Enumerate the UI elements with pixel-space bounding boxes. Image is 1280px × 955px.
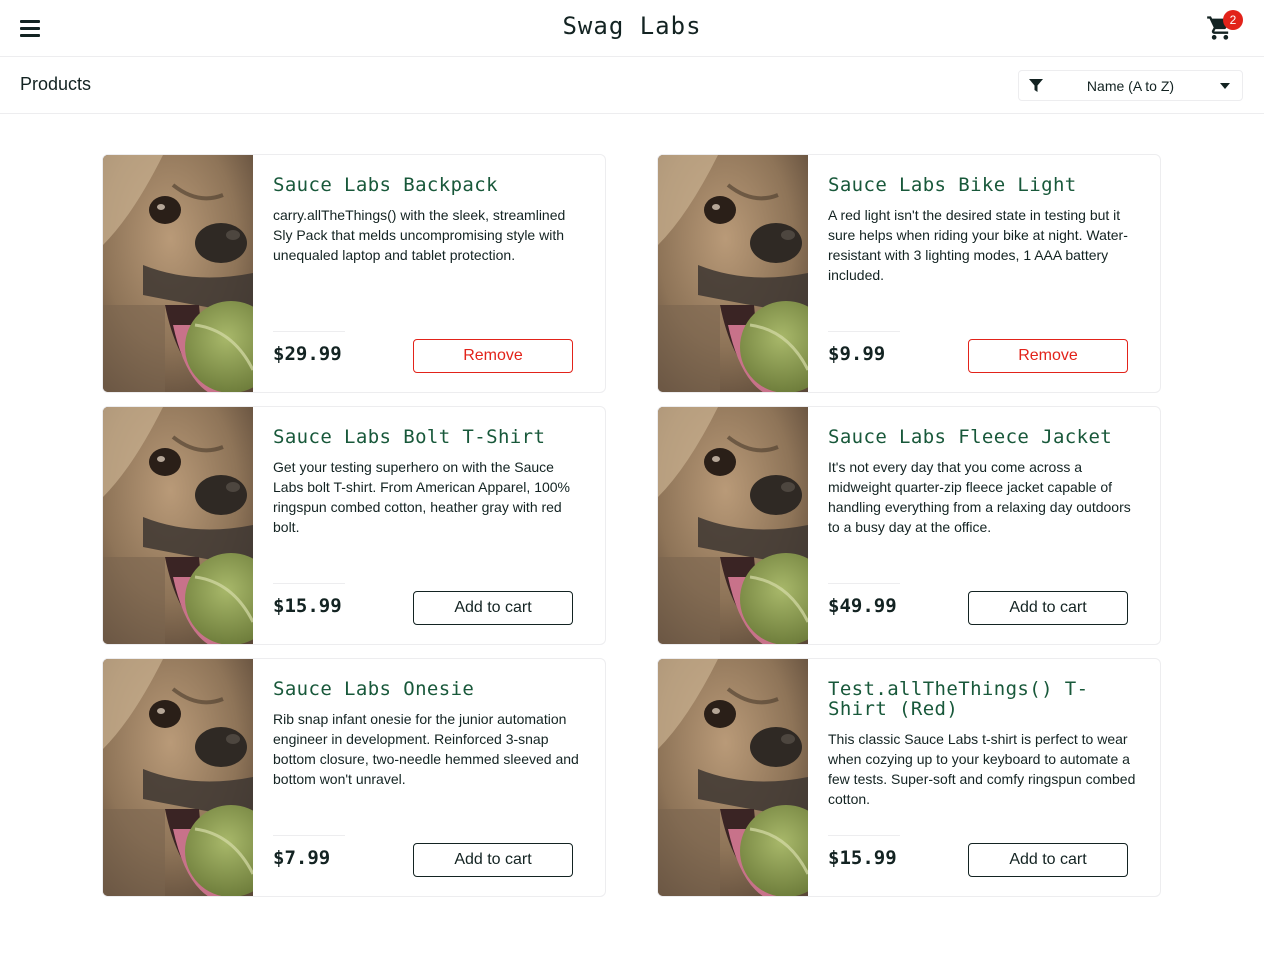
secondary-header: Products Name (A to Z) [0, 57, 1264, 114]
product-image[interactable] [103, 407, 253, 644]
product-price: $15.99 [273, 595, 342, 617]
product-price: $9.99 [828, 343, 886, 365]
product-image[interactable] [103, 155, 253, 392]
product-image[interactable] [658, 155, 808, 392]
app-logo: Swag Labs [562, 12, 702, 40]
product-name[interactable]: Test.allTheThings() T-Shirt (Red) [828, 679, 1140, 719]
product-name[interactable]: Sauce Labs Bike Light [828, 175, 1140, 195]
product-description: Rib snap infant onesie for the junior au… [273, 711, 579, 787]
product-price: $7.99 [273, 847, 331, 869]
product-description: It's not every day that you come across … [828, 459, 1131, 535]
product-description: Get your testing superhero on with the S… [273, 459, 570, 535]
product-description: This classic Sauce Labs t-shirt is perfe… [828, 731, 1136, 807]
inventory-item: Sauce Labs Bolt T-Shirt Get your testing… [102, 406, 606, 645]
sort-select[interactable]: Name (A to Z) [1018, 70, 1243, 101]
product-image[interactable] [658, 407, 808, 644]
product-name[interactable]: Sauce Labs Onesie [273, 679, 585, 699]
product-name[interactable]: Sauce Labs Fleece Jacket [828, 427, 1140, 447]
inventory-item: Sauce Labs Fleece Jacket It's not every … [657, 406, 1161, 645]
page-title: Products [20, 74, 92, 94]
add-to-cart-button[interactable]: Add to cart [968, 591, 1128, 625]
filter-icon [1029, 79, 1043, 92]
remove-button[interactable]: Remove [968, 339, 1128, 373]
caret-down-icon [1220, 83, 1230, 89]
product-image[interactable] [103, 659, 253, 896]
product-name[interactable]: Sauce Labs Backpack [273, 175, 585, 195]
inventory-item: Sauce Labs Backpack carry.allTheThings()… [102, 154, 606, 393]
add-to-cart-button[interactable]: Add to cart [413, 843, 573, 877]
product-price: $49.99 [828, 595, 897, 617]
cart-badge[interactable]: 2 [1223, 10, 1243, 30]
inventory-item: Sauce Labs Onesie Rib snap infant onesie… [102, 658, 606, 897]
inventory-item: Test.allTheThings() T-Shirt (Red) This c… [657, 658, 1161, 897]
product-image[interactable] [658, 659, 808, 896]
add-to-cart-button[interactable]: Add to cart [413, 591, 573, 625]
inventory-item: Sauce Labs Bike Light A red light isn't … [657, 154, 1161, 393]
product-description: A red light isn't the desired state in t… [828, 207, 1128, 283]
product-price: $29.99 [273, 343, 342, 365]
sort-selected-value: Name (A to Z) [1086, 78, 1175, 94]
add-to-cart-button[interactable]: Add to cart [968, 843, 1128, 877]
remove-button[interactable]: Remove [413, 339, 573, 373]
primary-header: Swag Labs 2 [0, 0, 1264, 57]
product-price: $15.99 [828, 847, 897, 869]
product-description: carry.allTheThings() with the sleek, str… [273, 207, 566, 263]
product-name[interactable]: Sauce Labs Bolt T-Shirt [273, 427, 585, 447]
